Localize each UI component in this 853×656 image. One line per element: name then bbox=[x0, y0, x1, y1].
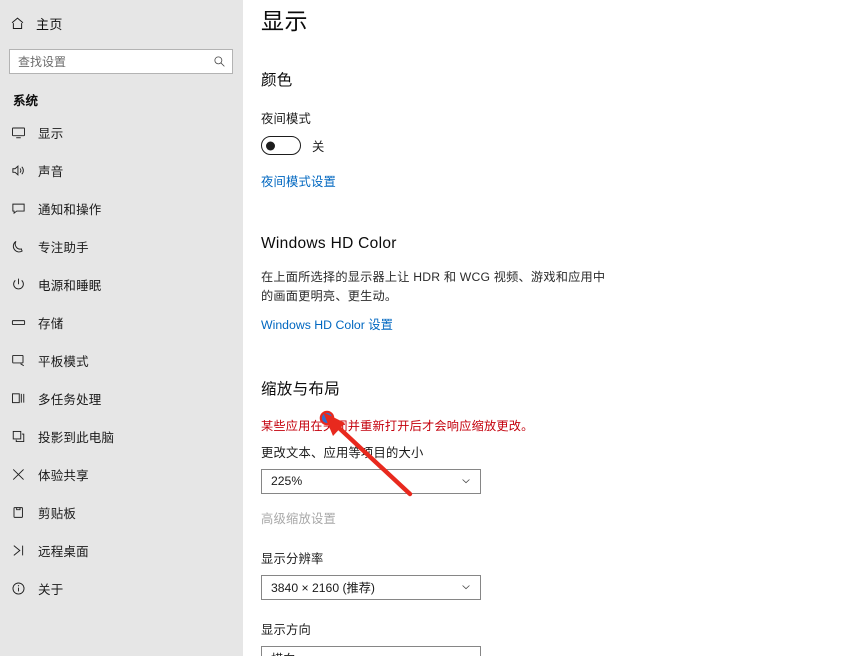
notification-icon bbox=[11, 201, 38, 216]
hd-color-settings-link[interactable]: Windows HD Color 设置 bbox=[261, 315, 853, 333]
sidebar-item-label: 剪贴板 bbox=[38, 506, 77, 521]
chevron-down-icon bbox=[460, 581, 472, 593]
advanced-scaling-settings-link[interactable]: 高级缩放设置 bbox=[261, 509, 336, 527]
sidebar-item-label: 远程桌面 bbox=[38, 544, 89, 559]
section-heading-hd-color: Windows HD Color bbox=[261, 235, 397, 252]
sidebar-item-label: 通知和操作 bbox=[38, 202, 102, 217]
sidebar-item-sound[interactable]: 声音 bbox=[0, 151, 243, 189]
sidebar-item-label: 体验共享 bbox=[38, 468, 89, 483]
sidebar-item-about[interactable]: 关于 bbox=[0, 569, 243, 607]
night-light-state-label: 关 bbox=[312, 139, 325, 154]
settings-window: 主页 系统 显示 bbox=[0, 0, 853, 656]
sidebar-item-clipboard[interactable]: 剪贴板 bbox=[0, 493, 243, 531]
night-light-label: 夜间模式 bbox=[261, 112, 311, 126]
sidebar-item-remote-desktop[interactable]: 远程桌面 bbox=[0, 531, 243, 569]
sidebar-item-label: 显示 bbox=[38, 126, 64, 141]
orientation-dropdown[interactable]: 横向 bbox=[261, 645, 481, 656]
clipboard-icon bbox=[11, 505, 38, 520]
resolution-field-label: 显示分辨率 bbox=[261, 551, 324, 566]
sidebar-item-label: 投影到此电脑 bbox=[38, 430, 115, 445]
monitor-icon bbox=[11, 125, 38, 140]
info-icon bbox=[11, 581, 38, 596]
page-title: 显示 bbox=[261, 8, 308, 34]
sidebar-home-label: 主页 bbox=[36, 16, 63, 32]
remote-desktop-icon bbox=[11, 543, 38, 558]
scale-dropdown-value: 225% bbox=[271, 474, 303, 489]
orientation-dropdown-value: 横向 bbox=[271, 649, 460, 656]
scaling-warning-text: 某些应用在关闭并重新打开后才会响应缩放更改。 bbox=[261, 418, 534, 433]
scale-dropdown[interactable]: 225% bbox=[261, 468, 481, 494]
sidebar-item-display[interactable]: 显示 bbox=[0, 113, 243, 151]
share-icon bbox=[11, 467, 38, 482]
sidebar-item-label: 专注助手 bbox=[38, 240, 89, 255]
sidebar-nav-list: 显示 声音 通知和操作 专注助手 电源和睡眠 存储 平板模式 多任务处理 投影到… bbox=[0, 113, 243, 607]
resolution-dropdown[interactable]: 3840 × 2160 (推荐) bbox=[261, 574, 481, 600]
hd-color-link-prefix: Windows HD Color bbox=[261, 317, 369, 332]
sidebar-item-project-to-pc[interactable]: 投影到此电脑 bbox=[0, 417, 243, 455]
home-icon bbox=[10, 16, 36, 31]
search-box[interactable] bbox=[9, 49, 233, 74]
sidebar-item-label: 声音 bbox=[38, 164, 64, 179]
toggle-knob bbox=[266, 141, 275, 150]
speaker-icon bbox=[11, 163, 38, 178]
hd-color-link-suffix: 设置 bbox=[368, 317, 393, 332]
resolution-dropdown-value: 3840 × 2160 (推荐) bbox=[271, 581, 375, 596]
sidebar-item-storage[interactable]: 存储 bbox=[0, 303, 243, 341]
orientation-field-label: 显示方向 bbox=[261, 622, 311, 637]
storage-icon bbox=[11, 315, 38, 330]
project-icon bbox=[11, 429, 38, 444]
multitask-icon bbox=[11, 391, 38, 406]
sidebar-item-label: 关于 bbox=[38, 582, 64, 597]
night-light-settings-link[interactable]: 夜间模式设置 bbox=[261, 172, 336, 190]
search-input[interactable] bbox=[18, 54, 213, 69]
moon-icon bbox=[11, 239, 38, 254]
section-heading-scale-layout: 缩放与布局 bbox=[261, 380, 341, 398]
sidebar-item-multitasking[interactable]: 多任务处理 bbox=[0, 379, 243, 417]
sidebar-item-power-sleep[interactable]: 电源和睡眠 bbox=[0, 265, 243, 303]
main-content: 显示 颜色 夜间模式 关 夜间模式设置 Windows HD Color 在上面… bbox=[243, 0, 853, 656]
search-icon[interactable] bbox=[213, 55, 226, 68]
scale-field-label: 更改文本、应用等项目的大小 bbox=[261, 445, 424, 460]
sidebar-item-label: 平板模式 bbox=[38, 354, 89, 369]
chevron-down-icon bbox=[460, 652, 472, 656]
chevron-down-icon bbox=[460, 475, 472, 487]
sidebar-item-shared-experiences[interactable]: 体验共享 bbox=[0, 455, 243, 493]
sidebar-item-label: 电源和睡眠 bbox=[38, 278, 102, 293]
night-light-toggle[interactable] bbox=[261, 136, 301, 155]
sidebar-group-title: 系统 bbox=[13, 94, 39, 108]
sidebar-item-focus-assist[interactable]: 专注助手 bbox=[0, 227, 243, 265]
sidebar-item-label: 多任务处理 bbox=[38, 392, 102, 407]
sidebar: 主页 系统 显示 bbox=[0, 0, 243, 656]
tablet-icon bbox=[11, 353, 38, 368]
sidebar-item-home[interactable]: 主页 bbox=[0, 6, 243, 40]
power-icon bbox=[11, 277, 38, 292]
night-light-toggle-row: 关 bbox=[261, 136, 853, 155]
sidebar-item-tablet-mode[interactable]: 平板模式 bbox=[0, 341, 243, 379]
hd-color-description: 在上面所选择的显示器上让 HDR 和 WCG 视频、游戏和应用中的画面更明亮、更… bbox=[261, 270, 606, 303]
section-heading-color: 颜色 bbox=[261, 72, 293, 89]
sidebar-item-notifications[interactable]: 通知和操作 bbox=[0, 189, 243, 227]
sidebar-item-label: 存储 bbox=[38, 316, 64, 331]
